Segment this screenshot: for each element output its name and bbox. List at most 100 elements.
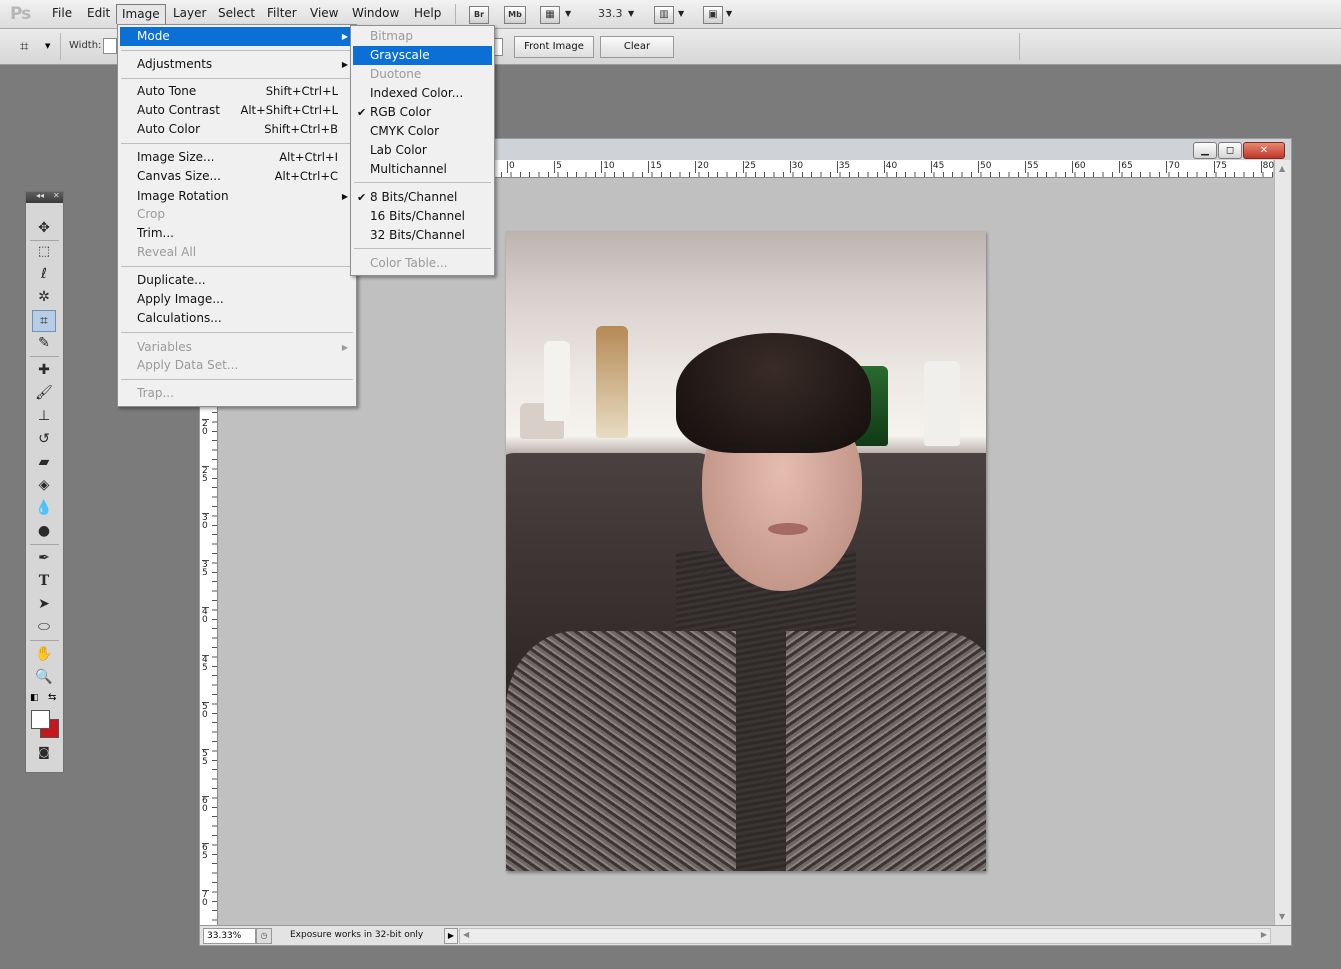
history-brush-tool-icon[interactable]: ↺ (33, 429, 55, 449)
eraser-tool-icon[interactable]: ▰ (33, 452, 55, 472)
menu-item-crop: Crop (120, 205, 354, 224)
menu-item-calculations[interactable]: Calculations... (120, 309, 354, 328)
swap-colors-icon[interactable]: ⇆ (48, 692, 56, 703)
front-image-button[interactable]: Front Image (514, 36, 594, 58)
ellipse-tool-icon[interactable]: ⬭ (33, 617, 55, 637)
clone-stamp-tool-icon[interactable]: ⊥ (33, 406, 55, 426)
menu-window[interactable]: Window (349, 6, 402, 20)
zoom-level[interactable]: 33.3 (598, 7, 623, 20)
path-selection-tool-icon[interactable]: ➤ (33, 594, 55, 614)
lasso-tool-icon[interactable]: ℓ (33, 264, 55, 284)
menu-item-cmyk-color[interactable]: CMYK Color (353, 122, 492, 141)
menu-item-auto-color[interactable]: Auto Color Shift+Ctrl+B (120, 120, 354, 139)
scroll-down-icon[interactable]: ▼ (1279, 912, 1285, 921)
eyedropper-tool-icon[interactable]: ✎ (33, 333, 55, 353)
screen-mode-icon[interactable]: ▣ (703, 6, 723, 24)
menu-item-image-rotation[interactable]: Image Rotation ▶ (120, 187, 354, 206)
menu-item-multichannel[interactable]: Multichannel (353, 160, 492, 179)
menu-item-adjustments[interactable]: Adjustments ▶ (120, 55, 354, 74)
menu-item-trim[interactable]: Trim... (120, 224, 354, 243)
mode-submenu: Bitmap Grayscale Duotone Indexed Color..… (350, 25, 495, 276)
close-panel-icon[interactable]: ✕ (53, 191, 60, 200)
blur-tool-icon[interactable]: 💧 (33, 498, 55, 518)
menu-item-indexed-color[interactable]: Indexed Color... (353, 84, 492, 103)
horizontal-scrollbar[interactable]: ◀ ▶ (459, 928, 1271, 944)
ruler-tick-label: 55 (1025, 161, 1039, 173)
menu-edit[interactable]: Edit (84, 6, 113, 20)
menu-item-label: Calculations... (137, 311, 222, 325)
arrange-dropdown-icon[interactable]: ▼ (678, 9, 684, 18)
tools-divider (30, 544, 59, 545)
maximize-icon[interactable]: ◻ (1218, 142, 1242, 159)
paint-bucket-tool-icon[interactable]: ◈ (33, 475, 55, 495)
view-extras-icon[interactable]: ▦ (540, 6, 560, 24)
menu-item-duplicate[interactable]: Duplicate... (120, 271, 354, 290)
hair (676, 333, 871, 453)
menu-item-label: 16 Bits/Channel (370, 209, 465, 223)
healing-brush-tool-icon[interactable]: ✚ (33, 360, 55, 380)
view-extras-dropdown-icon[interactable]: ▼ (565, 9, 571, 18)
crop-tool-preset-icon[interactable]: ⌗ (20, 37, 28, 55)
pen-tool-icon[interactable]: ✒ (33, 548, 55, 568)
vertical-scrollbar[interactable]: ▲ ▼ (1274, 160, 1291, 929)
crop-tool-icon[interactable]: ⌗ (32, 310, 56, 332)
collapse-panel-icon[interactable]: ◂◂ (36, 191, 44, 200)
menu-item-32-bits[interactable]: 32 Bits/Channel (353, 226, 492, 245)
document-profile-icon[interactable]: ◷ (256, 928, 272, 944)
menu-item-rgb-color[interactable]: ✔ RGB Color (353, 103, 492, 122)
menu-item-apply-image[interactable]: Apply Image... (120, 290, 354, 309)
menu-item-lab-color[interactable]: Lab Color (353, 141, 492, 160)
dodge-tool-icon[interactable]: ● (33, 521, 55, 541)
tools-panel-header[interactable]: ◂◂ ✕ (26, 191, 63, 203)
ruler-tick-label: 3 0 (202, 513, 209, 532)
menu-item-image-size[interactable]: Image Size... Alt+Ctrl+I (120, 148, 354, 167)
quick-mask-icon[interactable]: ◙ (33, 742, 55, 762)
minimize-icon[interactable]: ▁ (1193, 142, 1217, 159)
tools-panel: ◂◂ ✕ ✥ ⬚ ℓ ✲ ⌗ ✎ ✚ 🖌 ⊥ ↺ ▰ ◈ 💧 ● ✒ T ➤ ⬭… (25, 191, 64, 773)
magic-wand-tool-icon[interactable]: ✲ (33, 287, 55, 307)
menu-item-canvas-size[interactable]: Canvas Size... Alt+Ctrl+C (120, 167, 354, 186)
ruler-tick-label: 10 (601, 161, 615, 173)
photo-canvas[interactable] (506, 231, 986, 871)
menu-item-label: Image Size... (137, 150, 215, 164)
rectangular-marquee-tool-icon[interactable]: ⬚ (33, 242, 55, 262)
menu-item-grayscale[interactable]: Grayscale (353, 46, 492, 65)
menu-item-auto-tone[interactable]: Auto Tone Shift+Ctrl+L (120, 82, 354, 101)
screen-mode-dropdown-icon[interactable]: ▼ (726, 9, 732, 18)
clear-button[interactable]: Clear (600, 36, 674, 58)
close-icon[interactable]: ✕ (1243, 142, 1285, 159)
menu-help[interactable]: Help (411, 6, 444, 20)
foreground-color-swatch[interactable] (31, 710, 50, 729)
menu-select[interactable]: Select (215, 6, 258, 20)
menu-separator (121, 78, 353, 79)
scroll-up-icon[interactable]: ▲ (1279, 164, 1285, 173)
menu-item-8-bits[interactable]: ✔ 8 Bits/Channel (353, 188, 492, 207)
menu-item-label: Adjustments (137, 57, 213, 71)
menu-item-auto-contrast[interactable]: Auto Contrast Alt+Shift+Ctrl+L (120, 101, 354, 120)
menu-item-mode[interactable]: Mode ▶ (120, 27, 354, 46)
menu-image[interactable]: Image (116, 4, 166, 24)
scroll-left-icon[interactable]: ◀ (463, 930, 469, 939)
menu-view[interactable]: View (307, 6, 341, 20)
zoom-tool-icon[interactable]: 🔍 (33, 667, 55, 687)
type-tool-icon[interactable]: T (33, 571, 55, 591)
status-menu-icon[interactable]: ▶ (444, 928, 458, 944)
width-field[interactable] (103, 38, 117, 54)
ruler-tick-label: 60 (1072, 161, 1086, 173)
default-colors-icon[interactable]: ◧ (30, 693, 39, 703)
brush-tool-icon[interactable]: 🖌 (33, 383, 55, 403)
zoom-dropdown-icon[interactable]: ▼ (628, 9, 634, 18)
menu-layer[interactable]: Layer (170, 6, 209, 20)
status-zoom-field[interactable]: 33.33% (203, 928, 256, 944)
bridge-button[interactable]: Br (469, 6, 489, 24)
menu-file[interactable]: File (49, 6, 75, 20)
menu-item-label: RGB Color (370, 105, 432, 119)
menu-filter[interactable]: Filter (264, 6, 300, 20)
menu-item-16-bits[interactable]: 16 Bits/Channel (353, 207, 492, 226)
move-tool-icon[interactable]: ✥ (33, 218, 55, 238)
preset-dropdown-icon[interactable]: ▼ (45, 42, 50, 50)
scroll-right-icon[interactable]: ▶ (1261, 930, 1267, 939)
arrange-documents-icon[interactable]: ▥ (654, 6, 674, 24)
hand-tool-icon[interactable]: ✋ (33, 644, 55, 664)
mini-bridge-button[interactable]: Mb (504, 6, 526, 24)
